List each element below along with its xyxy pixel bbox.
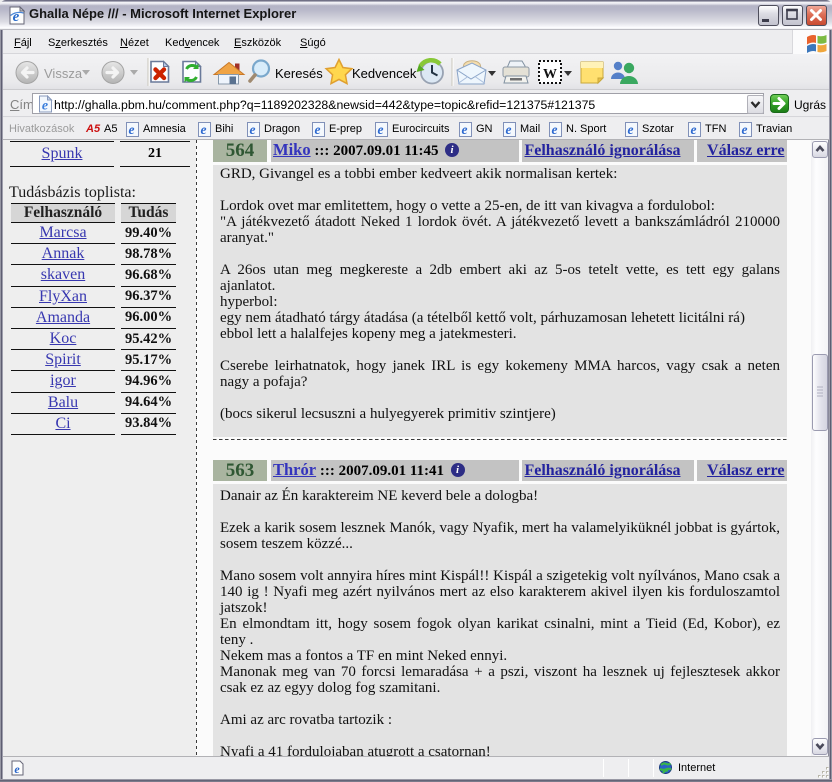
- svg-text:e: e: [14, 762, 20, 776]
- svg-text:W: W: [543, 67, 557, 82]
- svg-text:e: e: [42, 99, 48, 114]
- svg-text:e: e: [13, 9, 20, 25]
